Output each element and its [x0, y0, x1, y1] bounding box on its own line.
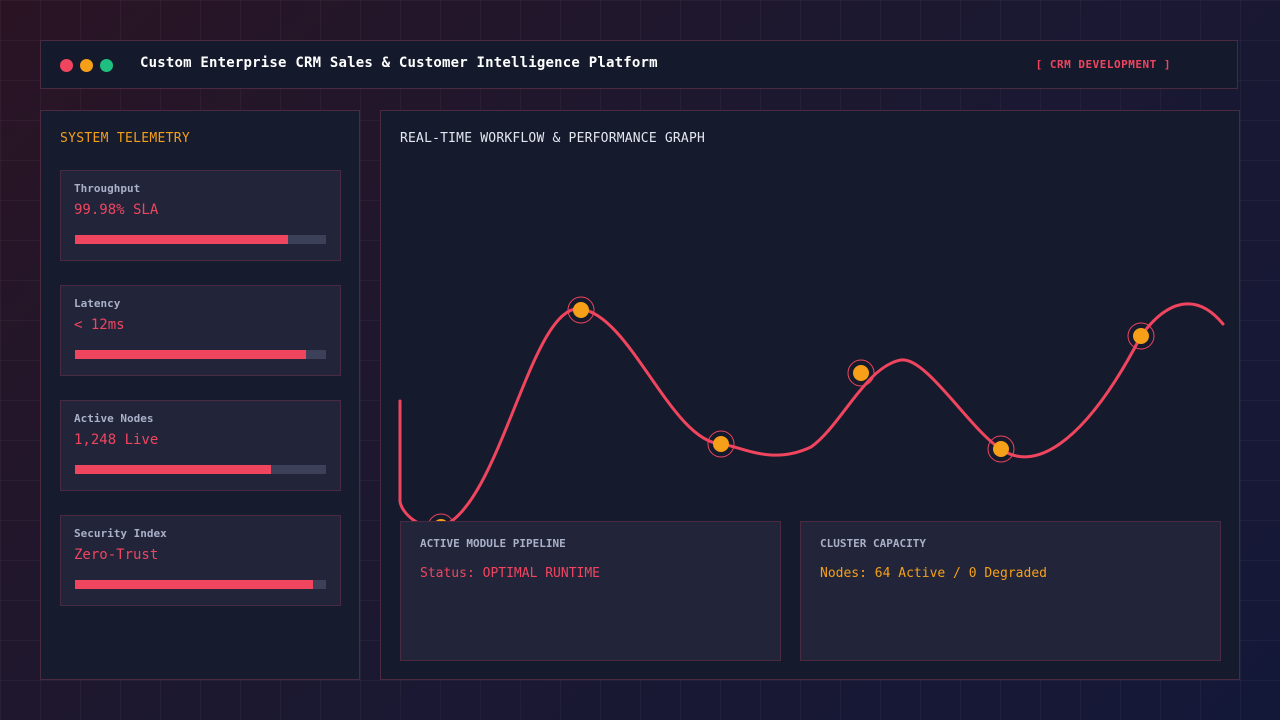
card-title: ACTIVE MODULE PIPELINE — [420, 537, 566, 550]
metric-progress-fill — [75, 465, 271, 474]
system-telemetry-panel: SYSTEM TELEMETRY Throughput 99.98% SLA L… — [40, 110, 360, 680]
crm-development-tag: [ CRM DEVELOPMENT ] — [1035, 58, 1171, 71]
metric-progress-track — [75, 350, 326, 359]
cluster-status: Nodes: 64 Active / 0 Degraded — [820, 566, 1047, 581]
sidebar-title: SYSTEM TELEMETRY — [60, 131, 191, 146]
workflow-node[interactable] — [993, 441, 1009, 457]
minimize-dot[interactable] — [80, 59, 93, 72]
metric-value: 1,248 Live — [74, 432, 159, 448]
window-title: Custom Enterprise CRM Sales & Customer I… — [140, 55, 658, 71]
workflow-curve — [398, 302, 1225, 530]
workflow-node[interactable] — [713, 436, 729, 452]
metric-progress-track — [75, 235, 326, 244]
metric-value: 99.98% SLA — [74, 202, 159, 218]
maximize-dot[interactable] — [100, 59, 113, 72]
metric-label: Active Nodes — [74, 412, 154, 425]
metric-value: < 12ms — [74, 317, 125, 333]
metric-label: Throughput — [74, 182, 141, 195]
metric-progress-fill — [75, 350, 306, 359]
close-dot[interactable] — [60, 59, 73, 72]
metric-progress-track — [75, 465, 326, 474]
workflow-node[interactable] — [1133, 328, 1149, 344]
pipeline-status: Status: OPTIMAL RUNTIME — [420, 566, 601, 581]
metric-card-latency: Latency < 12ms — [60, 285, 341, 376]
metric-label: Latency — [74, 297, 121, 310]
metric-card-throughput: Throughput 99.98% SLA — [60, 170, 341, 261]
workflow-node[interactable] — [853, 365, 869, 381]
card-title: CLUSTER CAPACITY — [820, 537, 926, 550]
performance-graph-panel: REAL-TIME WORKFLOW & PERFORMANCE GRAPH A… — [380, 110, 1240, 680]
metric-card-security-index: Security Index Zero-Trust — [60, 515, 341, 606]
cluster-capacity-card: CLUSTER CAPACITY Nodes: 64 Active / 0 De… — [800, 521, 1221, 661]
active-module-pipeline-card: ACTIVE MODULE PIPELINE Status: OPTIMAL R… — [400, 521, 781, 661]
metric-progress-fill — [75, 235, 289, 244]
workflow-node[interactable] — [573, 302, 589, 318]
metric-label: Security Index — [74, 527, 167, 540]
metric-progress-fill — [75, 580, 314, 589]
metric-value: Zero-Trust — [74, 547, 159, 563]
metric-progress-track — [75, 580, 326, 589]
workflow-nodes — [427, 296, 1155, 541]
title-bar: Custom Enterprise CRM Sales & Customer I… — [40, 40, 1238, 89]
metric-card-active-nodes: Active Nodes 1,248 Live — [60, 400, 341, 491]
